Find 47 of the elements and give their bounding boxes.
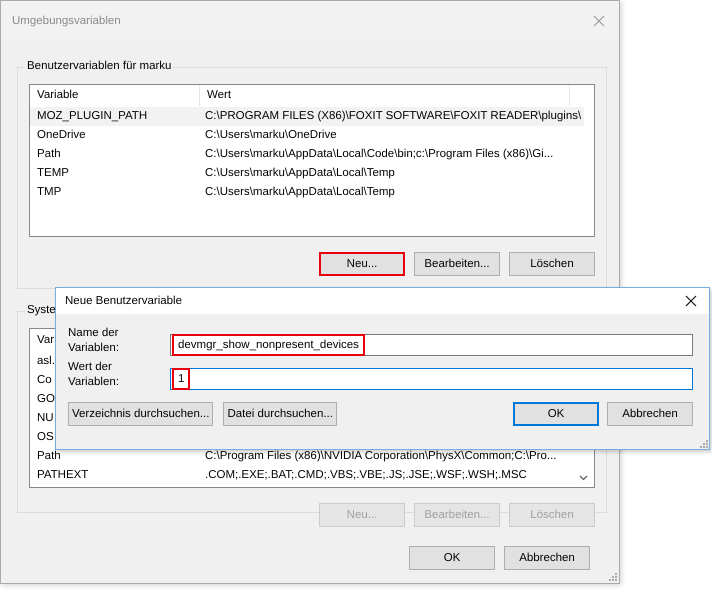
table-row[interactable]: TMP C:\Users\marku\AppData\Local\Temp — [30, 183, 584, 202]
resize-grip-icon[interactable] — [700, 440, 708, 448]
variable-value: C:\PROGRAM FILES (X86)\FOXIT SOFTWARE\FOXIT READER\plugins\ — [205, 109, 582, 124]
action-button[interactable]: Löschen — [509, 252, 595, 276]
table-row[interactable]: PATHEXT .COM;.EXE;.BAT;.CMD;.VBS;.VBE;.JS;.JSE;.WSF;.WSH;.MSC — [30, 466, 584, 485]
action-button[interactable]: Bearbeiten... — [414, 252, 500, 276]
variable-name: Path — [37, 147, 61, 162]
group-title: Benutzervariablen für marku — [25, 60, 174, 72]
dialog-button[interactable]: OK — [409, 546, 495, 570]
input-field[interactable]: devmgr_show_nonpresent_devices — [170, 334, 693, 356]
variable-value: C:\Users\marku\AppData\Local\Temp — [205, 166, 395, 181]
dialog-button[interactable]: OK — [513, 402, 599, 426]
input-field[interactable]: 1 — [170, 368, 693, 390]
variable-name: OS — [37, 430, 54, 445]
browse-button[interactable]: Verzeichnis durchsuchen... — [68, 402, 214, 426]
variable-name: MOZ_PLUGIN_PATH — [37, 109, 148, 124]
table-row[interactable]: MOZ_PLUGIN_PATH C:\PROGRAM FILES (X86)\FOXIT SOFTWARE\FOXIT READER\plugins\ — [30, 107, 584, 126]
dialog-button[interactable]: Abbrechen — [504, 546, 590, 570]
dialog-button[interactable]: Abbrechen — [607, 402, 693, 426]
variable-name: TEMP — [37, 166, 69, 181]
window-title: Umgebungsvariablen — [12, 15, 121, 27]
variable-name: Co — [37, 373, 52, 388]
column-header[interactable]: Variable — [30, 85, 200, 106]
table-row[interactable]: OneDrive C:\Users\marku\OneDrive — [30, 126, 584, 145]
variable-name: Path — [37, 449, 61, 464]
close-icon[interactable] — [685, 295, 697, 307]
variable-value: .COM;.EXE;.BAT;.CMD;.VBS;.VBE;.JS;.JSE;.WSF;.WSH;.MSC — [205, 468, 527, 483]
table-row[interactable]: Path C:\Users\marku\AppData\Local\Code\bin;c:\Program Files (x86)\Gi... — [30, 145, 584, 164]
group-title: Syste — [25, 304, 58, 316]
variable-name: GO — [37, 392, 55, 407]
resize-grip-icon[interactable] — [609, 573, 617, 581]
table-row[interactable]: TEMP C:\Users\marku\AppData\Local\Temp — [30, 164, 584, 183]
variable-value: C:\Users\marku\AppData\Local\Temp — [205, 185, 395, 200]
variable-name: PATHEXT — [37, 468, 88, 483]
variable-value: C:\Program Files (x86)\NVIDIA Corporation\PhysX\Common;C:\Pro... — [205, 449, 556, 464]
table-row[interactable]: Path C:\Program Files (x86)\NVIDIA Corporation\PhysX\Common;C:\Pro... — [30, 447, 584, 466]
variable-name: OneDrive — [37, 128, 86, 143]
field-label: Name der Variablen: — [68, 326, 120, 356]
field-label: Wert der Variablen: — [68, 360, 120, 390]
variable-value: C:\Users\marku\OneDrive — [205, 128, 337, 143]
action-button[interactable]: Neu... — [319, 252, 405, 276]
browse-button[interactable]: Datei durchsuchen... — [223, 402, 337, 426]
scroll-down-icon[interactable] — [579, 475, 588, 481]
variable-name: TMP — [37, 185, 62, 200]
column-header[interactable]: Wert — [200, 85, 570, 106]
variable-value: C:\Users\marku\AppData\Local\Code\bin;c:\Program Files (x86)\Gi... — [205, 147, 554, 162]
dialog-title: Neue Benutzervariable — [65, 295, 182, 307]
